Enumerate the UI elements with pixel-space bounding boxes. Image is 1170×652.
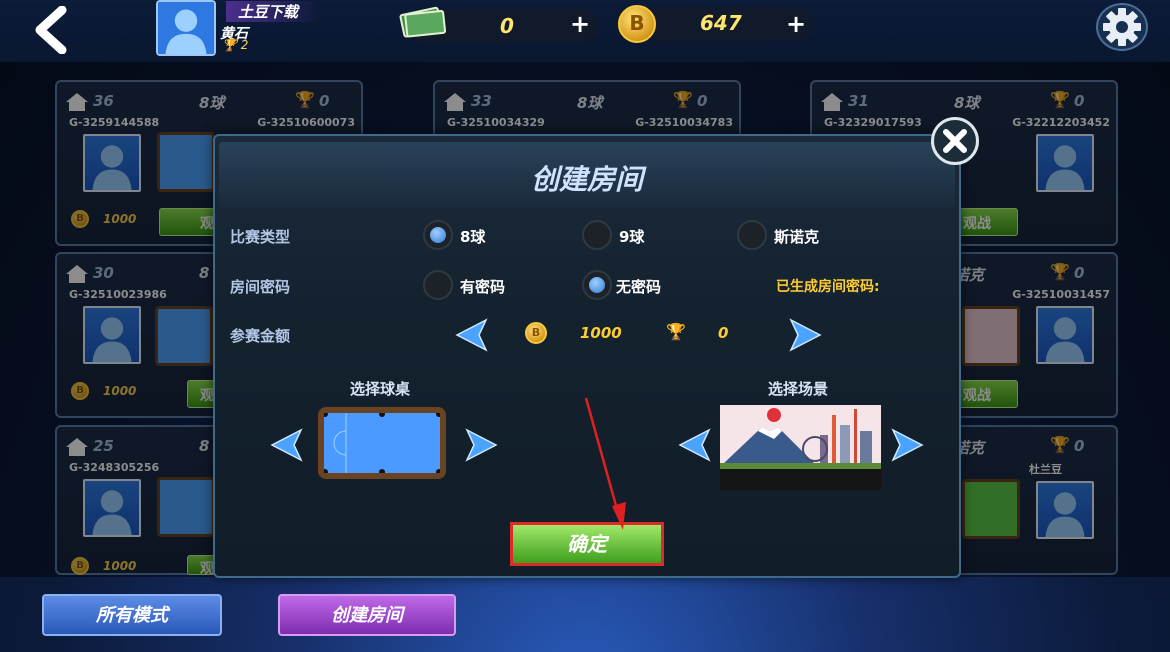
cash-value: 0 bbox=[500, 14, 514, 38]
coin-pill: B 647 + bbox=[614, 5, 814, 43]
scene-next-arrow-icon[interactable] bbox=[890, 428, 924, 462]
password-label: 房间密码 bbox=[230, 278, 291, 296]
coin-icon: B bbox=[525, 322, 547, 344]
all-modes-button[interactable]: 所有模式 bbox=[42, 594, 222, 636]
table-select-label: 选择球桌 bbox=[350, 380, 411, 398]
trophy-count-value: 2 bbox=[240, 38, 249, 52]
option-snooker[interactable]: 斯诺克 bbox=[774, 226, 819, 247]
option-no-password[interactable]: 无密码 bbox=[616, 276, 661, 297]
add-coins-button[interactable]: + bbox=[786, 10, 806, 38]
radio-8-ball[interactable] bbox=[423, 220, 453, 250]
gear-icon bbox=[1103, 8, 1141, 46]
close-icon bbox=[943, 129, 967, 153]
fee-label: 参赛金额 bbox=[230, 327, 291, 345]
red-pointer-arrow-icon bbox=[584, 397, 626, 530]
avatar[interactable] bbox=[156, 0, 216, 56]
table-next-arrow-icon[interactable] bbox=[464, 428, 498, 462]
username: 土豆下载 bbox=[226, 1, 321, 22]
option-8-ball[interactable]: 8球 bbox=[460, 226, 485, 247]
scene-prev-arrow-icon[interactable] bbox=[678, 428, 712, 462]
dialog-title: 创建房间 bbox=[530, 163, 643, 196]
option-with-password[interactable]: 有密码 bbox=[460, 276, 505, 297]
cash-icon bbox=[399, 6, 446, 38]
add-cash-button[interactable]: + bbox=[570, 10, 590, 38]
settings-button[interactable] bbox=[1096, 3, 1148, 51]
fee-trophy-value: 0 bbox=[718, 324, 729, 342]
fee-next-arrow-icon[interactable] bbox=[788, 318, 822, 352]
cash-pill: 0 + bbox=[399, 6, 598, 43]
trophy-icon: 🏆 bbox=[666, 322, 686, 341]
trophy-count: 🏆 2 bbox=[222, 38, 249, 52]
city-skyline-icon bbox=[720, 408, 881, 490]
create-room-button[interactable]: 创建房间 bbox=[278, 594, 456, 636]
close-button[interactable] bbox=[931, 117, 979, 165]
pool-table-icon bbox=[322, 411, 442, 475]
radio-with-password[interactable] bbox=[423, 270, 453, 300]
coin-value: 647 bbox=[700, 11, 742, 35]
option-9-ball[interactable]: 9球 bbox=[619, 226, 644, 247]
generated-password-note: 已生成房间密码: bbox=[776, 279, 880, 295]
fee-prev-arrow-icon[interactable] bbox=[455, 318, 489, 352]
person-icon bbox=[158, 2, 214, 54]
fee-value: 1000 bbox=[580, 324, 622, 342]
radio-no-password[interactable] bbox=[582, 270, 612, 300]
back-arrow-icon[interactable] bbox=[30, 6, 74, 54]
radio-9-ball[interactable] bbox=[582, 220, 612, 250]
table-preview bbox=[318, 407, 446, 479]
match-type-label: 比赛类型 bbox=[230, 228, 291, 246]
scene-select-label: 选择场景 bbox=[768, 380, 829, 398]
scene-preview bbox=[720, 405, 881, 490]
coin-icon: B bbox=[618, 5, 656, 43]
radio-snooker[interactable] bbox=[737, 220, 767, 250]
table-prev-arrow-icon[interactable] bbox=[270, 428, 304, 462]
